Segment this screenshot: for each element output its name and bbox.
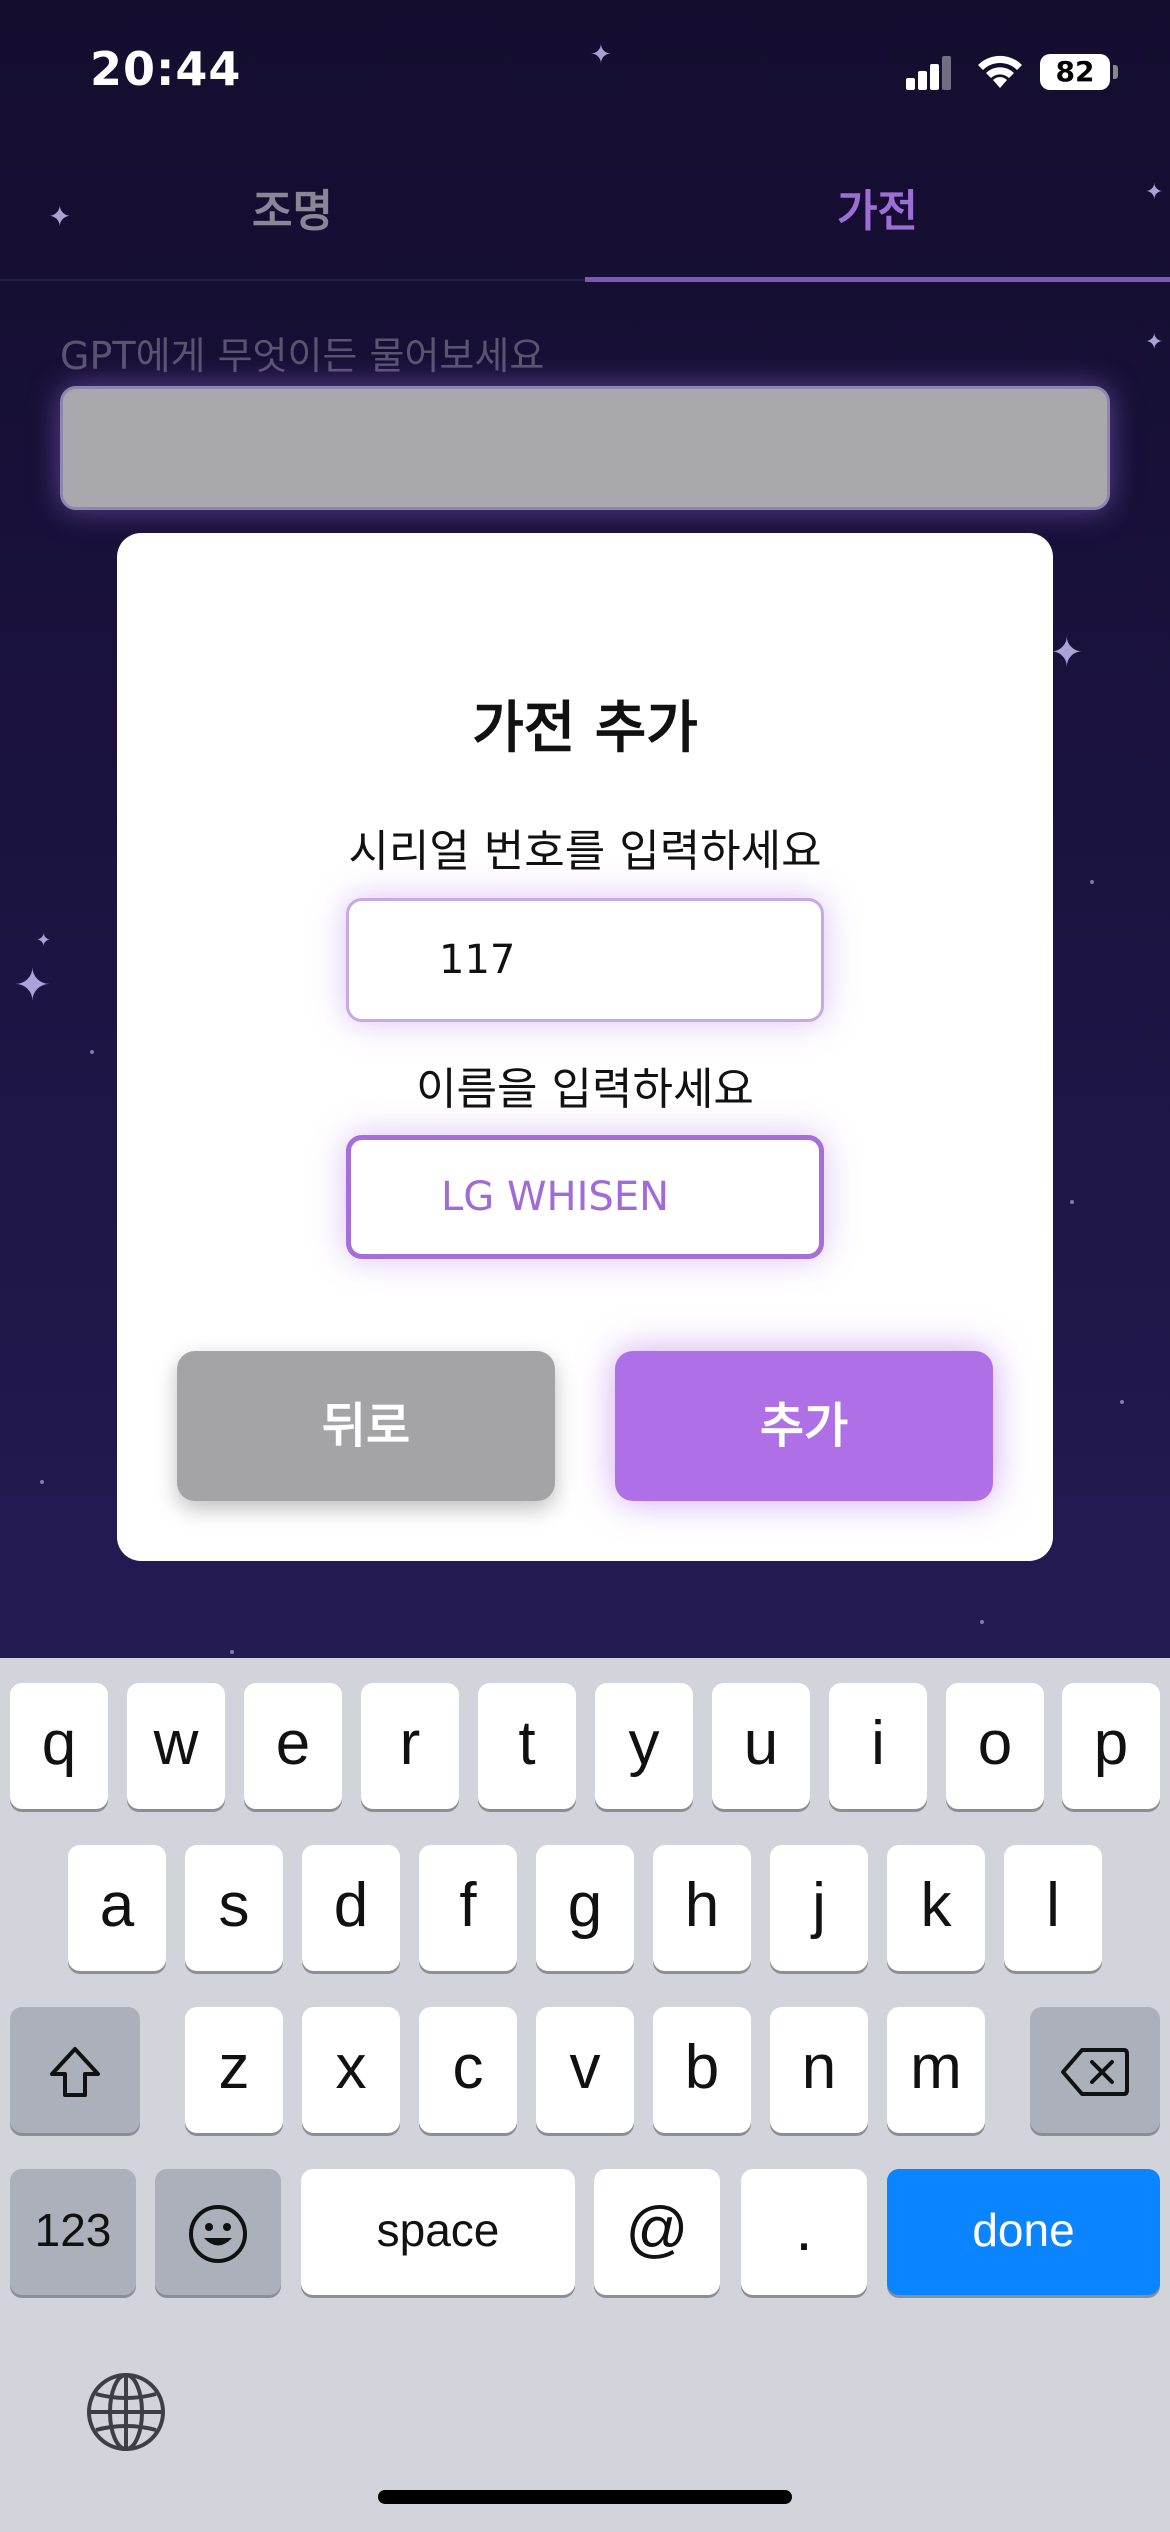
key-c[interactable]: c (419, 2007, 517, 2133)
status-time: 20:44 (90, 42, 242, 96)
key-m[interactable]: m (887, 2007, 985, 2133)
key-h[interactable]: h (653, 1845, 751, 1971)
star-dot (230, 1650, 234, 1654)
star-dot (90, 1050, 94, 1054)
dialog-title: 가전 추가 (472, 696, 698, 761)
star-icon: ✦ (1050, 630, 1084, 676)
numbers-key[interactable]: 123 (10, 2169, 136, 2295)
star-dot (1070, 1200, 1074, 1204)
cellular-signal-icon (906, 56, 952, 90)
add-button[interactable]: 추가 (615, 1351, 993, 1501)
key-o[interactable]: o (946, 1683, 1044, 1809)
backspace-key[interactable] (1030, 2007, 1160, 2133)
add-appliance-dialog: 가전 추가 시리얼 번호를 입력하세요 117 이름을 입력하세요 LG WHI… (117, 533, 1053, 1561)
period-key[interactable]: . (741, 2169, 867, 2295)
done-key[interactable]: done (887, 2169, 1160, 2295)
star-icon: ✦ (1145, 330, 1164, 355)
wifi-icon (978, 55, 1022, 88)
key-v[interactable]: v (536, 2007, 634, 2133)
shift-key[interactable] (10, 2007, 140, 2133)
key-b[interactable]: b (653, 2007, 751, 2133)
key-k[interactable]: k (887, 1845, 985, 1971)
key-d[interactable]: d (302, 1845, 400, 1971)
key-f[interactable]: f (419, 1845, 517, 1971)
key-z[interactable]: z (185, 2007, 283, 2133)
key-g[interactable]: g (536, 1845, 634, 1971)
key-e[interactable]: e (244, 1683, 342, 1809)
tab-lighting[interactable]: 조명 (0, 175, 585, 239)
gpt-input[interactable] (60, 386, 1110, 510)
serial-number-label: 시리얼 번호를 입력하세요 (348, 826, 822, 877)
backspace-icon (1061, 2047, 1129, 2096)
key-a[interactable]: a (68, 1845, 166, 1971)
star-dot (1090, 880, 1094, 884)
appliance-name-label: 이름을 입력하세요 (416, 1064, 754, 1115)
active-tab-indicator (585, 277, 1170, 282)
tab-appliances[interactable]: 가전 (585, 175, 1170, 239)
key-x[interactable]: x (302, 2007, 400, 2133)
serial-number-input[interactable]: 117 (346, 898, 824, 1022)
emoji-key[interactable] (155, 2169, 281, 2295)
key-w[interactable]: w (127, 1683, 225, 1809)
star-dot (40, 1480, 44, 1484)
key-q[interactable]: q (10, 1683, 108, 1809)
key-p[interactable]: p (1062, 1683, 1160, 1809)
key-n[interactable]: n (770, 2007, 868, 2133)
key-r[interactable]: r (361, 1683, 459, 1809)
app-screen: ✦ ✦ ✦ ✦ ✦ ✦ ✦ 20:44 82 조명 가전 GPT에게 무엇이든 … (0, 0, 1170, 2532)
star-dot (980, 1620, 984, 1624)
star-dot (1120, 1400, 1124, 1404)
star-icon: ✦ (36, 930, 52, 951)
key-t[interactable]: t (478, 1683, 576, 1809)
gpt-input-label: GPT에게 무엇이든 물어보세요 (60, 334, 545, 378)
key-y[interactable]: y (595, 1683, 693, 1809)
star-icon: ✦ (590, 40, 612, 70)
space-key[interactable]: space (301, 2169, 575, 2295)
back-button[interactable]: 뒤로 (177, 1351, 555, 1501)
appliance-name-input[interactable]: LG WHISEN (346, 1135, 824, 1259)
battery-indicator: 82 (1040, 54, 1118, 90)
key-i[interactable]: i (829, 1683, 927, 1809)
key-j[interactable]: j (770, 1845, 868, 1971)
key-l[interactable]: l (1004, 1845, 1102, 1971)
star-icon: ✦ (14, 960, 51, 1011)
shift-icon (50, 2046, 100, 2097)
home-indicator (378, 2490, 792, 2504)
key-s[interactable]: s (185, 1845, 283, 1971)
globe-icon[interactable] (84, 2370, 168, 2454)
at-key[interactable]: @ (594, 2169, 720, 2295)
emoji-icon (189, 2204, 247, 2263)
key-u[interactable]: u (712, 1683, 810, 1809)
